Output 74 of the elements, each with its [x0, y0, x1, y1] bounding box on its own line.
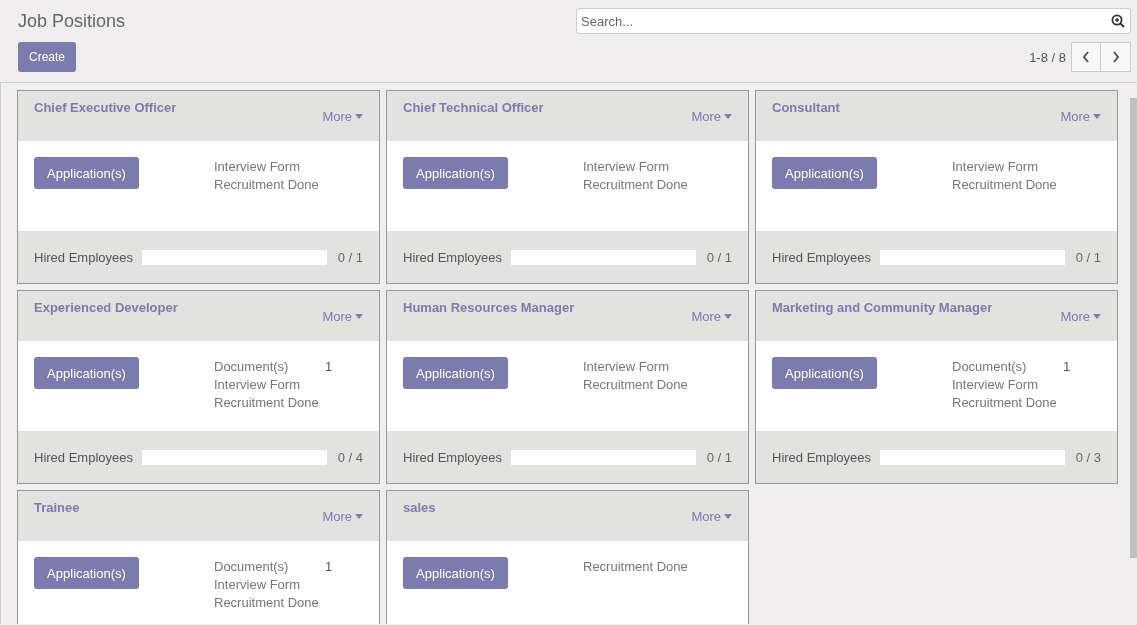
- hired-label: Hired Employees: [34, 249, 133, 265]
- hired-count: 0 / 1: [706, 449, 732, 465]
- caret-icon: [724, 514, 732, 519]
- stat-link[interactable]: Recruitment Done: [214, 176, 325, 192]
- stat-link[interactable]: Interview Form: [952, 158, 1063, 174]
- more-dropdown[interactable]: More: [691, 309, 732, 324]
- stat-count: 1: [325, 358, 333, 374]
- job-title[interactable]: Experienced Developer: [34, 300, 178, 315]
- pager-counter: 1-8 / 8: [1029, 49, 1066, 65]
- stat-link[interactable]: Interview Form: [952, 376, 1063, 392]
- hired-label: Hired Employees: [403, 249, 502, 265]
- hired-label: Hired Employees: [772, 249, 871, 265]
- stat-link[interactable]: Document(s): [214, 558, 325, 574]
- search-field[interactable]: Search...: [576, 8, 1131, 34]
- caret-icon: [355, 314, 363, 319]
- stat-link[interactable]: Interview Form: [214, 576, 325, 592]
- stat-link[interactable]: Recruitment Done: [583, 558, 694, 574]
- hired-count: 0 / 1: [337, 249, 363, 265]
- stat-link[interactable]: Interview Form: [583, 158, 694, 174]
- search-icon[interactable]: [1111, 14, 1125, 28]
- job-title[interactable]: Trainee: [34, 500, 80, 515]
- hired-label: Hired Employees: [403, 449, 502, 465]
- caret-icon: [1093, 314, 1101, 319]
- hired-count: 0 / 4: [337, 449, 363, 465]
- caret-icon: [355, 114, 363, 119]
- job-title[interactable]: Marketing and Community Manager: [772, 300, 993, 315]
- caret-icon: [724, 114, 732, 119]
- applications-button[interactable]: Application(s): [403, 157, 508, 189]
- more-dropdown[interactable]: More: [691, 109, 732, 124]
- hired-label: Hired Employees: [772, 449, 871, 465]
- applications-button[interactable]: Application(s): [772, 157, 877, 189]
- more-dropdown[interactable]: More: [322, 109, 363, 124]
- stat-link[interactable]: Recruitment Done: [214, 594, 325, 610]
- applications-button[interactable]: Application(s): [403, 357, 508, 389]
- next-page-button[interactable]: [1101, 42, 1131, 72]
- stat-link[interactable]: Interview Form: [214, 158, 325, 174]
- create-button[interactable]: Create: [18, 42, 77, 72]
- caret-icon: [355, 514, 363, 519]
- applications-button[interactable]: Application(s): [772, 357, 877, 389]
- caret-icon: [1093, 114, 1101, 119]
- more-dropdown[interactable]: More: [1060, 309, 1101, 324]
- applications-button[interactable]: Application(s): [34, 557, 139, 589]
- stat-link[interactable]: Recruitment Done: [583, 376, 694, 392]
- more-dropdown[interactable]: More: [691, 509, 732, 524]
- chevron-left-icon: [1082, 51, 1090, 63]
- stat-count: 1: [325, 558, 333, 574]
- job-title[interactable]: Human Resources Manager: [403, 300, 575, 315]
- job-title[interactable]: sales: [403, 500, 436, 515]
- stat-link[interactable]: Interview Form: [583, 358, 694, 374]
- more-dropdown[interactable]: More: [1060, 109, 1101, 124]
- stat-link[interactable]: Document(s): [952, 358, 1063, 374]
- hired-label: Hired Employees: [34, 449, 133, 465]
- chevron-right-icon: [1111, 51, 1120, 63]
- job-title[interactable]: Chief Executive Officer: [34, 100, 177, 115]
- hired-count: 0 / 1: [1075, 249, 1101, 265]
- stat-link[interactable]: Recruitment Done: [952, 176, 1063, 192]
- stat-link[interactable]: Recruitment Done: [952, 394, 1063, 410]
- job-title[interactable]: Chief Technical Officer: [403, 100, 544, 115]
- stat-link[interactable]: Interview Form: [214, 376, 325, 392]
- hired-count: 0 / 3: [1075, 449, 1101, 465]
- more-dropdown[interactable]: More: [322, 509, 363, 524]
- applications-button[interactable]: Application(s): [403, 557, 508, 589]
- previous-page-button[interactable]: [1071, 42, 1101, 72]
- stat-link[interactable]: Document(s): [214, 358, 325, 374]
- hired-count: 0 / 1: [706, 249, 732, 265]
- stat-link[interactable]: Recruitment Done: [583, 176, 694, 192]
- more-dropdown[interactable]: More: [322, 309, 363, 324]
- applications-button[interactable]: Application(s): [34, 357, 139, 389]
- applications-button[interactable]: Application(s): [34, 157, 139, 189]
- page-title: Job Positions: [18, 10, 126, 32]
- job-title[interactable]: Consultant: [772, 100, 840, 115]
- stat-link[interactable]: Recruitment Done: [214, 394, 325, 410]
- stat-count: 1: [1063, 358, 1071, 374]
- caret-icon: [724, 314, 732, 319]
